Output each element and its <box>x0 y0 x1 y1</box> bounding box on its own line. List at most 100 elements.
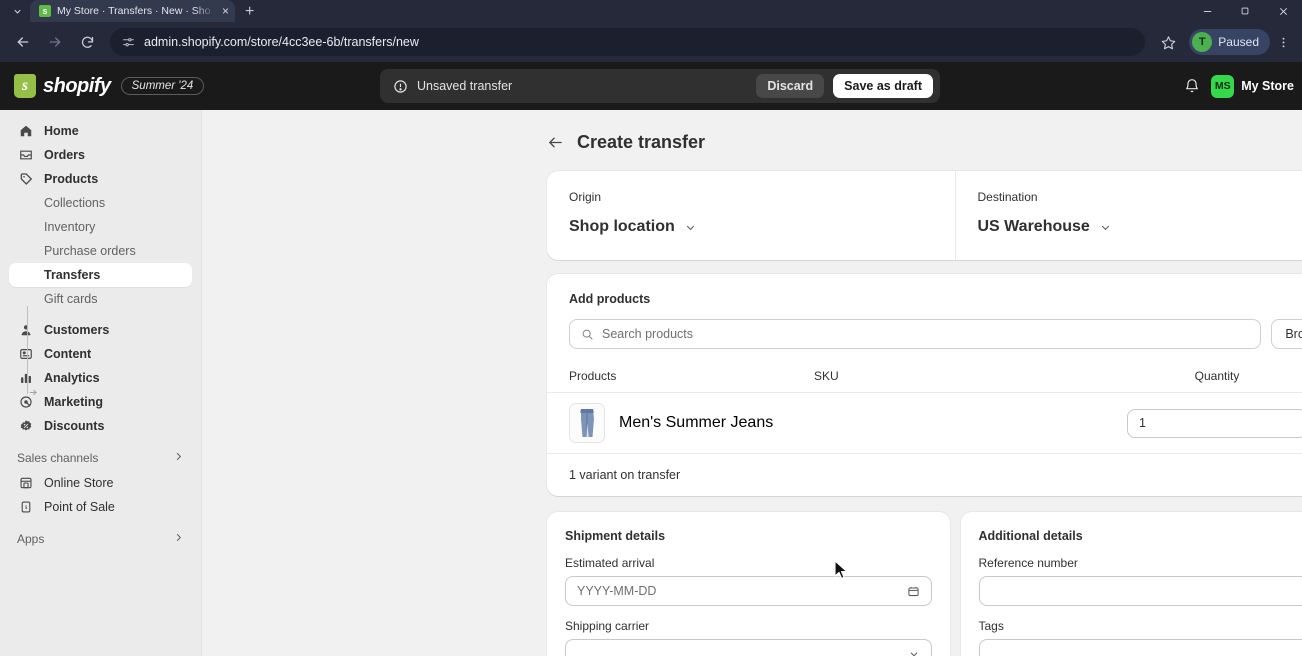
details-row: Shipment details Estimated arrival YYYY-… <box>547 512 1302 656</box>
tags-input[interactable] <box>978 639 1302 656</box>
sidebar-item-online-store[interactable]: Online Store <box>9 471 192 495</box>
notifications-bell-icon[interactable] <box>1184 78 1200 94</box>
sidebar-item-purchase-orders[interactable]: Purchase orders <box>9 239 192 263</box>
sidebar-section-sales-channels[interactable]: Sales channels <box>9 445 192 471</box>
sidebar-item-collections[interactable]: Collections <box>9 191 192 215</box>
sidebar-item-transfers[interactable]: Transfers <box>9 263 192 287</box>
site-settings-icon[interactable] <box>122 36 135 49</box>
destination-column: Destination US Warehouse <box>954 171 1302 260</box>
store-name-label: My Store <box>1241 79 1294 93</box>
tab-title: My Store · Transfers · New · Sho <box>57 5 211 17</box>
sidebar-item-point-of-sale[interactable]: $ Point of Sale <box>9 495 192 519</box>
browser-menu-icon[interactable] <box>1272 27 1294 57</box>
destination-value: US Warehouse <box>977 218 1090 235</box>
column-header-products: Products <box>569 369 617 383</box>
forward-icon[interactable] <box>40 27 70 57</box>
home-icon <box>17 124 34 138</box>
url-text: admin.shopify.com/store/4cc3ee-6b/transf… <box>144 35 419 49</box>
chevron-right-icon[interactable] <box>173 451 184 465</box>
browser-chrome: s My Store · Transfers · New · Sho × + a… <box>0 0 1302 62</box>
close-icon[interactable]: × <box>222 5 229 17</box>
sidebar-item-label: Point of Sale <box>44 500 115 514</box>
sidebar-item-home[interactable]: Home <box>9 119 192 143</box>
chevron-down-icon[interactable] <box>908 648 920 656</box>
content-icon <box>17 347 34 361</box>
estimated-arrival-input[interactable]: YYYY-MM-DD <box>565 576 932 606</box>
sidebar-item-products[interactable]: Products <box>9 167 192 191</box>
reload-icon[interactable] <box>72 27 102 57</box>
chevron-down-icon[interactable] <box>684 221 697 234</box>
search-input[interactable]: Search products <box>569 319 1262 349</box>
sidebar-subitem-label: Collections <box>44 196 106 210</box>
browse-button[interactable]: Browse <box>1271 319 1302 349</box>
bookmark-star-icon[interactable] <box>1153 27 1183 57</box>
sidebar-item-label: Home <box>44 124 79 138</box>
quantity-input[interactable] <box>1127 408 1302 438</box>
discard-button[interactable]: Discard <box>756 74 825 98</box>
back-arrow-icon[interactable] <box>547 134 564 151</box>
estimated-arrival-placeholder: YYYY-MM-DD <box>577 584 657 598</box>
main-content: Create transfer Origin Shop location Des… <box>202 110 1302 656</box>
store-menu[interactable]: MS My Store <box>1211 74 1294 98</box>
shipping-carrier-select[interactable] <box>565 639 932 656</box>
tab-strip: s My Store · Transfers · New · Sho × + <box>0 0 1302 22</box>
browser-tab[interactable]: s My Store · Transfers · New · Sho × <box>30 0 235 22</box>
tags-label: Tags <box>978 619 1004 633</box>
search-icon <box>581 328 594 341</box>
shopify-top-bar: shopify Summer '24 Unsaved transfer Disc… <box>0 62 1302 110</box>
back-icon[interactable] <box>8 27 38 57</box>
shopify-logo[interactable]: shopify <box>14 74 111 98</box>
new-tab-button[interactable]: + <box>245 4 254 20</box>
variant-count-footer: 1 variant on transfer <box>547 453 1302 496</box>
customers-icon <box>17 323 34 337</box>
sidebar-item-inventory[interactable]: Inventory <box>9 215 192 239</box>
sidebar-item-label: Online Store <box>44 476 114 490</box>
orders-icon <box>17 148 34 162</box>
chevron-right-icon[interactable] <box>173 532 184 546</box>
sidebar-item-content[interactable]: Content <box>9 342 192 366</box>
chevron-down-icon[interactable] <box>1099 221 1112 234</box>
sidebar-item-label: Orders <box>44 148 85 162</box>
sidebar-item-discounts[interactable]: Discounts <box>9 414 192 438</box>
estimated-arrival-label: Estimated arrival <box>565 556 655 570</box>
tab-search-icon[interactable] <box>4 0 30 22</box>
release-badge: Summer '24 <box>120 77 205 95</box>
tag-icon <box>17 172 34 186</box>
page-header: Create transfer <box>202 110 1302 171</box>
sidebar-item-label: Discounts <box>44 419 105 433</box>
origin-select[interactable]: Shop location <box>569 218 933 236</box>
add-products-card: Add products Search products Browse Prod… <box>547 274 1302 496</box>
browser-toolbar: admin.shopify.com/store/4cc3ee-6b/transf… <box>0 22 1302 62</box>
sidebar-item-gift-cards[interactable]: Gift cards <box>9 287 192 311</box>
top-bar-right: MS My Store <box>1184 74 1302 98</box>
shipment-details-title: Shipment details <box>565 529 666 543</box>
sidebar-item-orders[interactable]: Orders <box>9 143 192 167</box>
address-bar[interactable]: admin.shopify.com/store/4cc3ee-6b/transf… <box>110 28 1146 56</box>
reference-number-label: Reference number <box>978 556 1078 570</box>
column-header-sku: SKU <box>814 369 839 383</box>
destination-select[interactable]: US Warehouse <box>978 218 1302 236</box>
origin-label: Origin <box>569 190 602 204</box>
product-name-link[interactable]: Men's Summer Jeans <box>619 414 814 432</box>
maximize-icon[interactable] <box>1226 0 1264 22</box>
sidebar-item-label: Marketing <box>44 395 104 409</box>
section-label: Sales channels <box>17 451 99 465</box>
shopify-favicon: s <box>39 5 51 17</box>
profile-pill[interactable]: T Paused <box>1189 29 1270 55</box>
sidebar-subitem-label: Inventory <box>44 220 96 234</box>
sidebar-item-customers[interactable]: Customers <box>9 318 192 342</box>
additional-details-card: Additional details Reference number Tags <box>960 512 1302 656</box>
minimize-icon[interactable] <box>1188 0 1226 22</box>
discounts-icon <box>17 419 34 433</box>
sidebar-item-label: Content <box>44 347 92 361</box>
search-placeholder: Search products <box>602 327 694 341</box>
store-icon <box>17 475 34 492</box>
sidebar-item-label: Customers <box>44 323 110 337</box>
window-close-icon[interactable] <box>1264 0 1302 22</box>
save-as-draft-button[interactable]: Save as draft <box>833 74 933 98</box>
reference-number-input[interactable] <box>978 576 1302 606</box>
product-thumbnail[interactable] <box>569 403 605 443</box>
sidebar-section-apps[interactable]: Apps <box>9 526 192 552</box>
calendar-icon[interactable] <box>907 585 920 598</box>
sidebar-item-label: Analytics <box>44 371 100 385</box>
